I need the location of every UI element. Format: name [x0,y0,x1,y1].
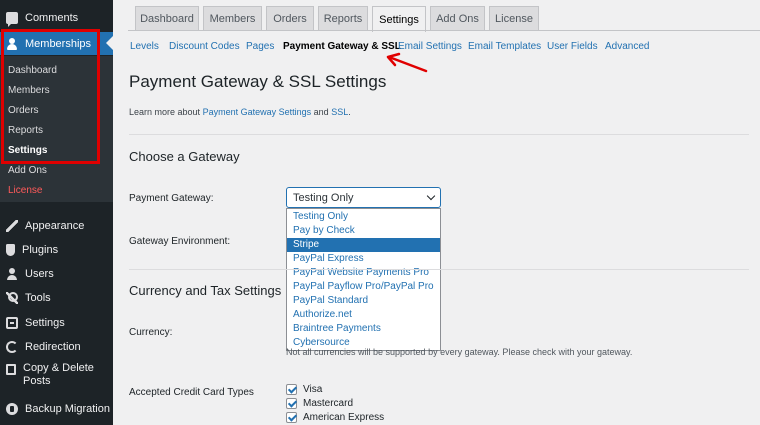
card-mastercard[interactable]: Mastercard [286,397,353,410]
section-divider [129,269,749,270]
learn-and: and [313,107,329,117]
user-icon [6,268,18,280]
sidebar-item-label: Settings [25,317,65,329]
sidebar-item-tools[interactable]: Tools [0,287,113,309]
sidebar-item-copy-delete-posts[interactable]: Copy & Delete Posts [0,362,113,392]
gateway-dropdown-list: Testing Only Pay by Check Stripe PayPal … [286,208,441,351]
subnav-advanced[interactable]: Advanced [605,41,649,52]
dropdown-option-testing-only[interactable]: Testing Only [287,210,440,224]
admin-sidebar: Comments Memberships Dashboard Members O… [0,0,113,425]
subnav-link[interactable]: User Fields [547,41,598,52]
dropdown-option-paypal-express[interactable]: PayPal Express [287,252,440,266]
dropdown-option-paypal-payflow-pro[interactable]: PayPal Payflow Pro/PayPal Pro [287,280,440,294]
checkbox-label: American Express [303,412,385,423]
checkbox-checked[interactable] [286,412,297,423]
card-visa[interactable]: Visa [286,383,322,396]
sidebar-item-label: Copy & Delete Posts [23,362,94,388]
subnav-email-settings[interactable]: Email Settings [398,41,462,52]
currency-label: Currency: [129,327,173,338]
dropdown-option-braintree-payments[interactable]: Braintree Payments [287,322,440,336]
subnav-user-fields[interactable]: User Fields [547,41,598,52]
section-heading-gateway: Choose a Gateway [129,149,240,164]
learn-more-text: Learn more about Payment Gateway Setting… [129,107,351,117]
sidebar-item-label: Plugins [22,244,59,256]
dropdown-option-pay-by-check[interactable]: Pay by Check [287,224,440,238]
sidebar-item-plugins[interactable]: Plugins [0,239,113,261]
copy-icon [6,364,16,375]
learn-suffix: . [348,107,351,117]
sidebar-item-label-line2: Posts [23,375,51,387]
backup-icon [6,403,18,415]
sidebar-item-comments[interactable]: Comments [0,7,113,29]
dropdown-option-paypal-standard[interactable]: PayPal Standard [287,294,440,308]
subnav-discount-codes[interactable]: Discount Codes [169,41,240,52]
select-value: Testing Only [293,191,354,204]
gateway-environment-label: Gateway Environment: [129,236,231,247]
sidebar-item-settings[interactable]: Settings [0,312,113,334]
redirection-icon [6,341,18,353]
section-divider [129,134,749,135]
settings-icon [6,317,18,329]
sidebar-item-label: Appearance [25,220,85,232]
dropdown-option-authorize-net[interactable]: Authorize.net [287,308,440,322]
tab-members[interactable]: Members [203,6,262,30]
subnav-link[interactable]: Levels [130,41,159,52]
checkbox-checked[interactable] [286,384,297,395]
sidebar-item-label: Tools [25,292,51,304]
page-title: Payment Gateway & SSL Settings [129,72,387,91]
subnav-levels[interactable]: Levels [130,41,159,52]
learn-prefix: Learn more about [129,107,201,117]
sidebar-item-redirection[interactable]: Redirection [0,336,113,358]
submenu-license[interactable]: License [8,185,42,196]
subnav-link[interactable]: Advanced [605,41,649,52]
card-american-express[interactable]: American Express [286,411,384,424]
sidebar-item-label: Users [25,268,54,280]
plugin-icon [6,244,15,256]
tab-license[interactable]: License [489,6,539,30]
currency-note: Not all currencies will be supported by … [286,347,633,357]
subnav-link[interactable]: Email Templates [468,41,541,52]
sidebar-item-appearance[interactable]: Appearance [0,215,113,237]
section-heading-currency: Currency and Tax Settings [129,283,282,298]
subnav-email-templates[interactable]: Email Templates [468,41,541,52]
subnav-link[interactable]: Pages [246,41,274,52]
tab-dashboard[interactable]: Dashboard [135,6,199,30]
submenu-add-ons[interactable]: Add Ons [8,165,47,176]
subnav-link[interactable]: Discount Codes [169,41,240,52]
checkbox-checked[interactable] [286,398,297,409]
dropdown-option-stripe[interactable]: Stripe [287,238,440,252]
payment-gateway-select[interactable]: Testing Only [286,187,441,208]
tab-bar-divider [128,30,760,31]
subnav-pages[interactable]: Pages [246,41,274,52]
annotation-arrow-icon [386,52,428,73]
tab-orders[interactable]: Orders [266,6,314,30]
tab-add-ons[interactable]: Add Ons [430,6,485,30]
comments-icon [6,12,18,27]
checkbox-label: Mastercard [303,398,354,409]
tab-settings[interactable]: Settings [372,6,426,32]
ssl-link[interactable]: SSL [331,107,348,117]
sidebar-item-label: Comments [25,12,79,24]
checkbox-label: Visa [303,384,323,395]
subnav-payment-gateway-ssl[interactable]: Payment Gateway & SSL [283,41,401,52]
paintbrush-icon [6,220,18,232]
sidebar-item-label: Backup Migration [25,403,110,415]
sidebar-item-users[interactable]: Users [0,263,113,285]
chevron-down-icon [426,191,436,201]
sidebar-item-label-line1: Copy & Delete [23,362,94,374]
payment-gateway-settings-link[interactable]: Payment Gateway Settings [203,107,312,117]
sidebar-item-backup-migration[interactable]: Backup Migration [0,398,113,420]
accepted-cards-label: Accepted Credit Card Types [129,387,254,398]
sidebar-item-label: Redirection [25,341,81,353]
tab-reports[interactable]: Reports [318,6,368,30]
subnav-link[interactable]: Email Settings [398,41,462,52]
annotation-highlight-box [1,29,100,164]
payment-gateway-label: Payment Gateway: [129,193,214,204]
subnav-current: Payment Gateway & SSL [283,41,401,52]
active-menu-pointer [106,36,113,50]
wrench-icon [6,292,18,304]
